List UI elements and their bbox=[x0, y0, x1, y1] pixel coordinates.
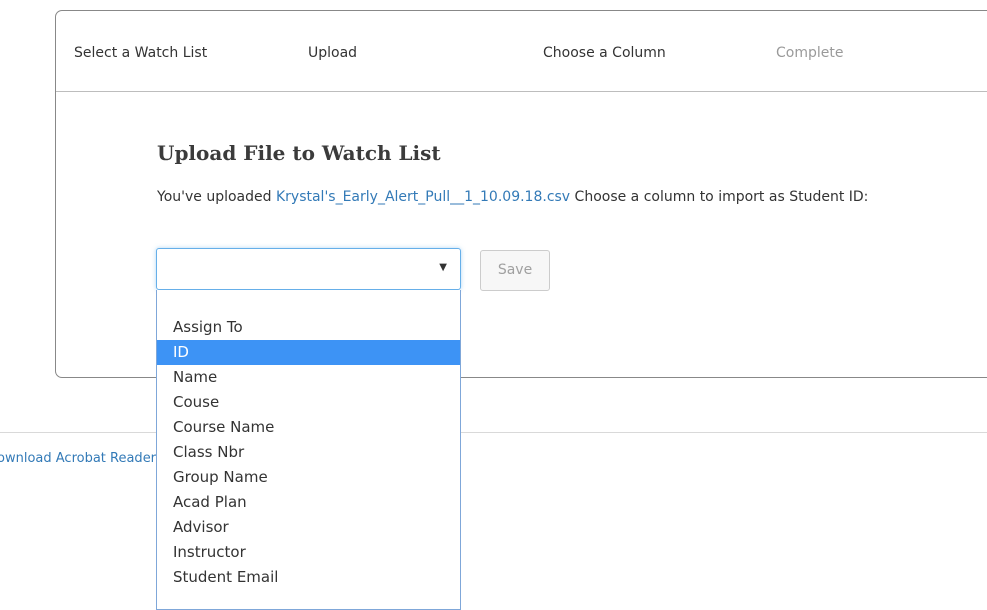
page-title: Upload File to Watch List bbox=[157, 141, 441, 165]
dropdown-option-advisor[interactable]: Advisor bbox=[157, 515, 460, 540]
dropdown-option-id[interactable]: ID bbox=[157, 340, 460, 365]
save-button[interactable]: Save bbox=[480, 250, 550, 291]
upload-message: You've uploaded Krystal's_Early_Alert_Pu… bbox=[157, 188, 877, 207]
download-acrobat-link[interactable]: Download Acrobat Reader bbox=[0, 451, 156, 466]
column-dropdown-list: Assign To ID Name Couse Course Name Clas… bbox=[156, 290, 461, 610]
chevron-down-icon: ▼ bbox=[439, 262, 447, 273]
message-prefix: You've uploaded bbox=[157, 189, 276, 205]
dropdown-option-couse[interactable]: Couse bbox=[157, 390, 460, 415]
footer-divider bbox=[0, 432, 987, 433]
step-upload[interactable]: Upload bbox=[308, 44, 357, 62]
uploaded-file-link[interactable]: Krystal's_Early_Alert_Pull__1_10.09.18.c… bbox=[276, 189, 570, 205]
dropdown-option-instructor[interactable]: Instructor bbox=[157, 540, 460, 565]
column-select[interactable]: ▼ bbox=[156, 248, 461, 290]
dropdown-option-student-email[interactable]: Student Email bbox=[157, 565, 460, 590]
message-suffix: Choose a column to import as Student ID: bbox=[570, 189, 869, 205]
dropdown-option-acad-plan[interactable]: Acad Plan bbox=[157, 490, 460, 515]
dropdown-option-group-name[interactable]: Group Name bbox=[157, 465, 460, 490]
step-complete: Complete bbox=[776, 45, 844, 61]
dropdown-option-assign-to[interactable]: Assign To bbox=[157, 315, 460, 340]
step-choose-column[interactable]: Choose a Column bbox=[543, 44, 666, 62]
dropdown-option-class-nbr[interactable]: Class Nbr bbox=[157, 440, 460, 465]
wizard-steps: Select a Watch List Upload Choose a Colu… bbox=[56, 11, 987, 92]
step-select-watch-list[interactable]: Select a Watch List bbox=[74, 44, 207, 62]
dropdown-option-course-name[interactable]: Course Name bbox=[157, 415, 460, 440]
dropdown-option-name[interactable]: Name bbox=[157, 365, 460, 390]
